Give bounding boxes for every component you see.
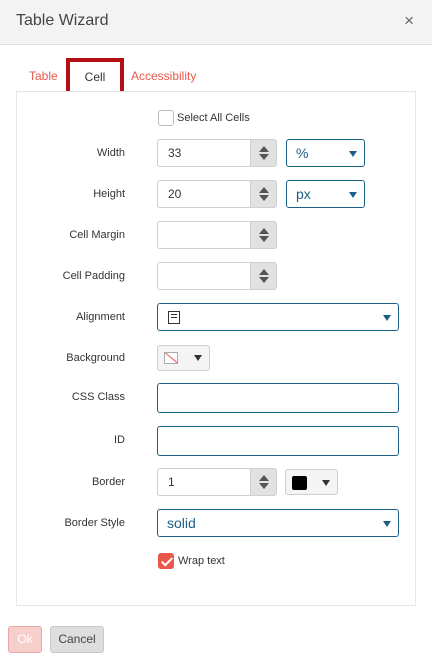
border-stepper[interactable]	[250, 468, 277, 496]
wrap-text-label: Wrap text	[178, 555, 225, 567]
select-all-label: Select All Cells	[177, 112, 250, 124]
border-style-label: Border Style	[64, 517, 125, 529]
height-stepper[interactable]	[250, 180, 277, 208]
cell-padding-input[interactable]	[157, 262, 250, 290]
tab-table[interactable]: Table	[29, 69, 58, 83]
color-swatch	[292, 476, 307, 490]
width-label: Width	[96, 147, 125, 159]
dialog-titlebar: Table Wizard ×	[0, 0, 432, 45]
height-unit-value: px	[296, 186, 311, 202]
tab-accessibility[interactable]: Accessibility	[131, 69, 196, 83]
alignment-label: Alignment	[76, 311, 125, 323]
width-input[interactable]: 33	[157, 139, 250, 167]
cell-margin-stepper[interactable]	[250, 221, 277, 249]
border-color-picker[interactable]	[285, 469, 338, 495]
border-label: Border	[91, 476, 125, 488]
border-style-value: solid	[167, 515, 196, 531]
cell-padding-label: Cell Padding	[62, 270, 125, 282]
align-left-icon	[168, 311, 180, 324]
wrap-text-checkbox[interactable]	[158, 553, 174, 569]
no-color-swatch-icon	[164, 352, 178, 364]
cell-margin-input[interactable]	[157, 221, 250, 249]
close-icon[interactable]: ×	[404, 12, 414, 30]
width-unit-value: %	[296, 145, 309, 161]
css-class-input[interactable]	[157, 383, 399, 413]
id-input[interactable]	[157, 426, 399, 456]
cell-padding-stepper[interactable]	[250, 262, 277, 290]
chevron-down-icon	[349, 151, 357, 157]
cancel-button[interactable]: Cancel	[50, 626, 104, 653]
chevron-down-icon	[383, 315, 391, 321]
ok-button[interactable]: Ok	[8, 626, 42, 653]
height-unit-select[interactable]: px	[286, 180, 365, 208]
select-all-checkbox[interactable]	[158, 110, 174, 126]
cell-properties-panel: Select All Cells Width 33 % Height 20 px…	[16, 91, 416, 606]
width-stepper[interactable]	[250, 139, 277, 167]
border-style-select[interactable]: solid	[157, 509, 399, 537]
chevron-down-icon	[383, 521, 391, 527]
id-label: ID	[114, 434, 125, 446]
css-class-label: CSS Class	[71, 391, 125, 403]
border-input[interactable]: 1	[157, 468, 250, 496]
dialog-title: Table Wizard	[16, 12, 109, 29]
alignment-select[interactable]	[157, 303, 399, 331]
width-unit-select[interactable]: %	[286, 139, 365, 167]
cell-margin-label: Cell Margin	[69, 229, 125, 241]
chevron-down-icon	[349, 192, 357, 198]
chevron-down-icon	[322, 480, 330, 486]
chevron-down-icon	[194, 355, 202, 361]
height-input[interactable]: 20	[157, 180, 250, 208]
background-label: Background	[66, 352, 125, 364]
background-color-picker[interactable]	[157, 345, 210, 371]
height-label: Height	[93, 188, 125, 200]
